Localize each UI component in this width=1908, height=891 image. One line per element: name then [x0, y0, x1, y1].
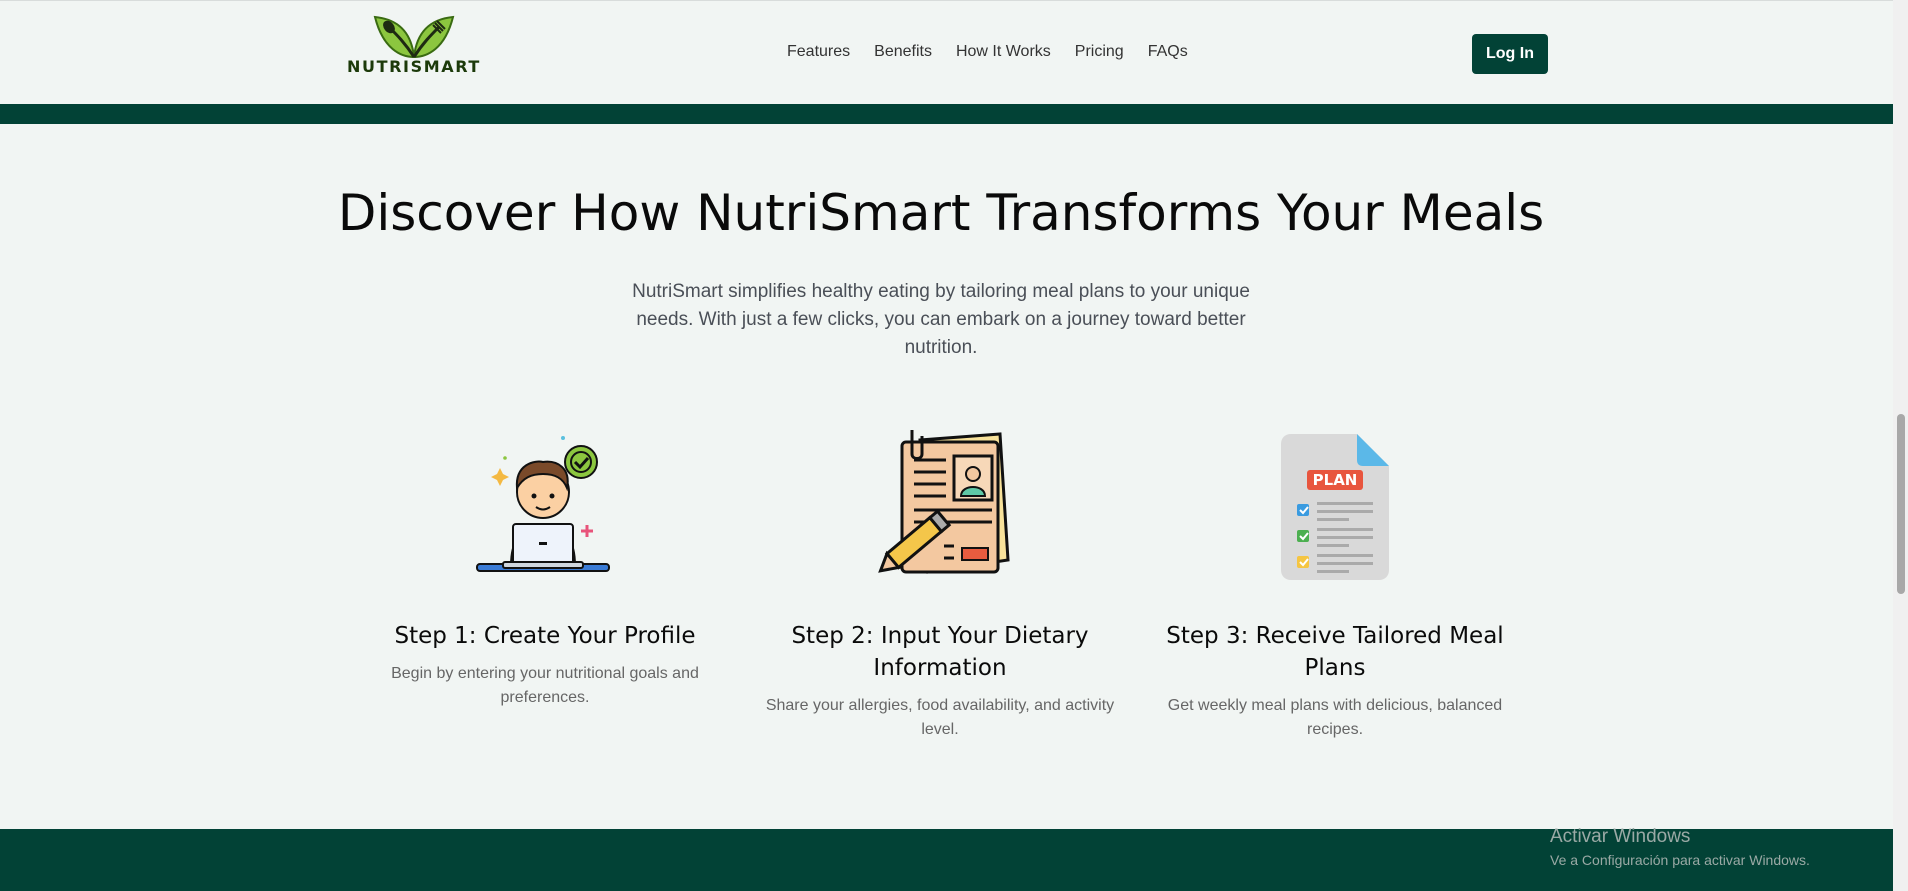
step-title: Step 3: Receive Tailored Meal Plans [1166, 623, 1504, 681]
nav-features[interactable]: Features [787, 43, 850, 61]
section-title: Discover How NutriSmart Transforms Your … [337, 184, 1545, 242]
nav-faqs[interactable]: FAQs [1148, 43, 1188, 61]
site-header: NUTRISMART Features Benefits How It Work… [0, 0, 1893, 105]
watermark-title: Activar Windows [1550, 826, 1691, 847]
step-description: Share your allergies, food availability,… [765, 697, 1115, 738]
person-laptop-icon [475, 430, 615, 580]
header-divider-band [0, 104, 1893, 124]
step-title: Step 2: Input Your Dietary Information [791, 623, 1089, 681]
main-nav: Features Benefits How It Works Pricing F… [787, 43, 1212, 61]
plan-document-icon: PLAN [1265, 430, 1405, 580]
leaf-utensils-icon [373, 15, 455, 59]
step-card-1: Step 1: Create Your Profile Begin by ent… [365, 430, 725, 710]
login-button[interactable]: Log In [1472, 34, 1548, 74]
step-card-2: Step 2: Input Your Dietary Information S… [760, 430, 1120, 742]
step-description: Get weekly meal plans with delicious, ba… [1167, 697, 1503, 738]
brand-name: NUTRISMART [347, 57, 481, 76]
plan-label: PLAN [1313, 471, 1358, 489]
nav-how-it-works[interactable]: How It Works [956, 43, 1051, 61]
step-title: Step 1: Create Your Profile [394, 623, 696, 649]
watermark-subtitle: Ve a Configuración para activar Windows. [1550, 852, 1810, 868]
section-intro: NutriSmart simplifies healthy eating by … [632, 281, 1250, 358]
step-card-3: PLAN Step 3: Receive Tailored Meal Plans… [1155, 430, 1515, 742]
nav-pricing[interactable]: Pricing [1075, 43, 1124, 61]
scrollbar-thumb[interactable] [1897, 414, 1905, 594]
windows-activation-watermark: Activar Windows Ve a Configuración para … [1550, 826, 1810, 868]
brand-logo[interactable]: NUTRISMART [344, 13, 484, 77]
nav-benefits[interactable]: Benefits [874, 43, 932, 61]
profile-document-icon [870, 430, 1010, 580]
step-description: Begin by entering your nutritional goals… [391, 665, 699, 706]
